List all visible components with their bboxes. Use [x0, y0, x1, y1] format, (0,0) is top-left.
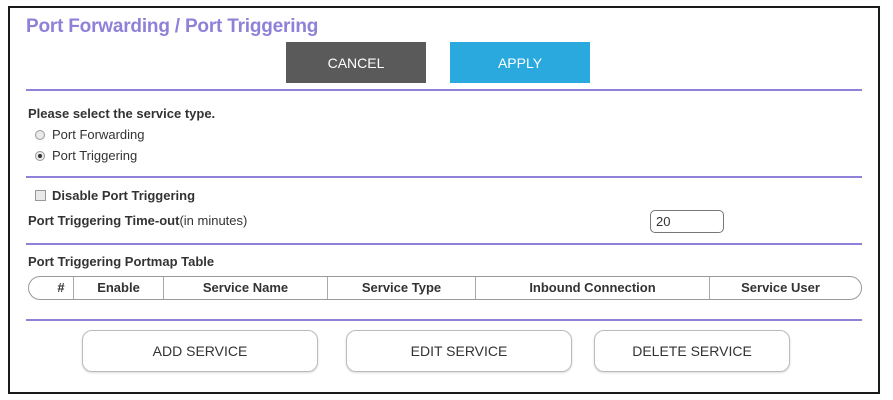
- column-header-number: #: [57, 280, 65, 295]
- disable-port-triggering-label: Disable Port Triggering: [52, 188, 196, 203]
- timeout-unit: (in minutes): [179, 213, 248, 228]
- timeout-label-text: Port Triggering Time-out: [28, 213, 180, 228]
- port-forwarding-label: Port Forwarding: [52, 127, 145, 142]
- divider: [26, 89, 862, 91]
- column-header-service-type: Service Type: [327, 277, 475, 299]
- cancel-button[interactable]: CANCEL: [286, 42, 426, 83]
- delete-service-button[interactable]: DELETE SERVICE: [594, 330, 790, 372]
- port-triggering-panel: Port Forwarding / Port Triggering CANCEL…: [8, 6, 880, 394]
- port-triggering-label: Port Triggering: [52, 148, 138, 163]
- divider: [26, 176, 862, 178]
- timeout-input[interactable]: [650, 210, 724, 233]
- divider: [26, 319, 862, 321]
- disable-port-triggering-checkbox[interactable]: [35, 190, 46, 201]
- service-type-prompt: Please select the service type.: [28, 106, 216, 121]
- port-forwarding-radio[interactable]: [35, 130, 45, 140]
- column-header-service-user: Service User: [709, 277, 851, 299]
- add-service-button[interactable]: ADD SERVICE: [82, 330, 318, 372]
- column-header-inbound-connection: Inbound Connection: [475, 277, 709, 299]
- apply-button[interactable]: APPLY: [450, 42, 590, 83]
- timeout-label: Port Triggering Time-out(in minutes): [28, 213, 247, 228]
- edit-service-button[interactable]: EDIT SERVICE: [346, 330, 572, 372]
- page-title: Port Forwarding / Port Triggering: [26, 16, 319, 37]
- portmap-table-title: Port Triggering Portmap Table: [28, 254, 215, 269]
- divider: [26, 243, 862, 245]
- column-header-enable: Enable: [73, 277, 163, 299]
- portmap-table-header: # Enable Service Name Service Type Inbou…: [28, 276, 862, 300]
- port-triggering-radio[interactable]: [35, 151, 45, 161]
- column-header-service-name: Service Name: [163, 277, 327, 299]
